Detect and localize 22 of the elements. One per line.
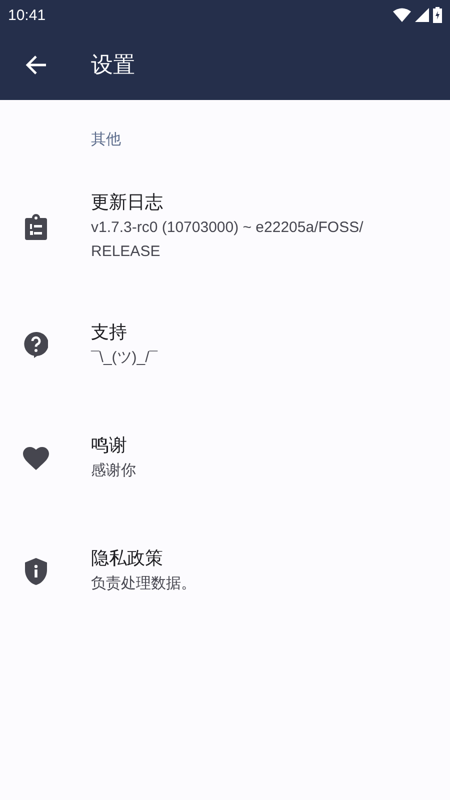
- status-time: 10:41: [8, 6, 46, 24]
- heart-icon: [22, 446, 48, 470]
- section-header: 其他: [90, 129, 122, 150]
- item-summary: ¯\_(ツ)_/¯: [91, 348, 158, 368]
- signal-icon: [415, 8, 429, 22]
- item-title: 支持: [91, 321, 128, 345]
- settings-item[interactable]: 鸣谢 感谢你: [0, 414, 450, 502]
- battery-icon: [433, 7, 442, 23]
- item-title: 更新日志: [91, 191, 164, 215]
- item-summary: 负责处理数据。: [91, 574, 196, 594]
- settings-item[interactable]: 隐私政策 负责处理数据。: [0, 527, 450, 615]
- settings-item[interactable]: 支持 ¯\_(ツ)_/¯: [0, 301, 450, 389]
- item-summary: 感谢你: [91, 461, 136, 481]
- clipboard-list-icon: [24, 214, 46, 240]
- toolbar-title: 设置: [91, 52, 135, 80]
- help-icon: [24, 332, 48, 358]
- item-summary: v1.7.3-rc0 (10703000) ~ e22205a/FOSS/ RELEASE: [91, 218, 364, 262]
- settings-item[interactable]: 更新日志 v1.7.3-rc0 (10703000) ~ e22205a/FOSS/ RELEASE: [0, 178, 450, 276]
- shield-info-icon: [24, 558, 46, 584]
- item-title: 隐私政策: [91, 547, 164, 571]
- wifi-icon: [393, 8, 411, 22]
- item-title: 鸣谢: [91, 434, 128, 458]
